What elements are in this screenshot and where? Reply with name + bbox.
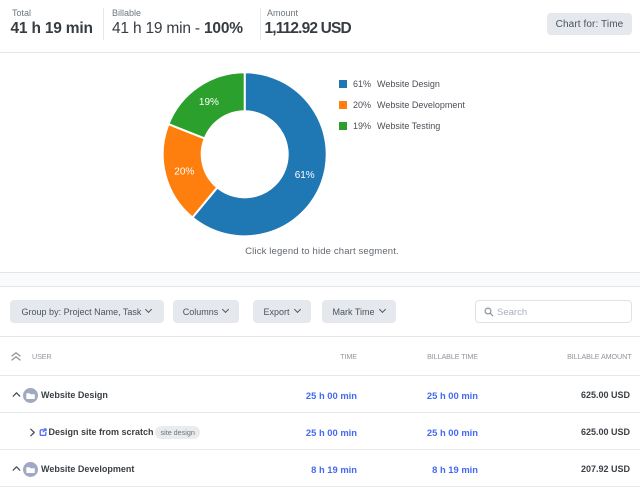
svg-text:20%: 20% xyxy=(174,167,194,178)
svg-text:19%: 19% xyxy=(199,97,219,108)
svg-text:61%: 61% xyxy=(295,170,315,181)
